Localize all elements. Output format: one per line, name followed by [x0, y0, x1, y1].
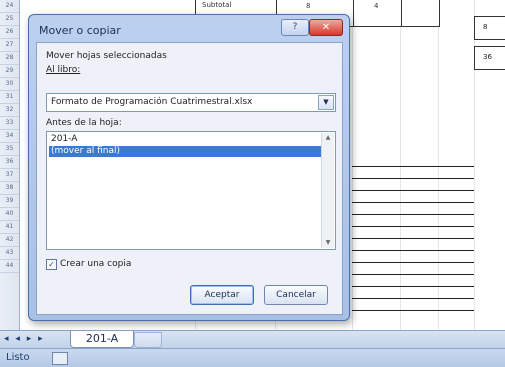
- row-number[interactable]: 44: [0, 260, 19, 273]
- cell-value: 8: [483, 23, 488, 31]
- table-row[interactable]: [352, 238, 474, 239]
- status-bar: Listo: [0, 348, 505, 367]
- subtotal-value: 4: [374, 2, 379, 10]
- row-number[interactable]: 27: [0, 39, 19, 52]
- cancel-button[interactable]: Cancelar: [264, 285, 328, 305]
- table-row[interactable]: [352, 166, 474, 167]
- sheet-tab-201-a[interactable]: 201-A: [70, 331, 134, 348]
- list-item[interactable]: 201-A: [49, 134, 321, 145]
- table-row[interactable]: [352, 178, 474, 179]
- table-row[interactable]: [352, 202, 474, 203]
- help-button[interactable]: ?: [281, 19, 309, 36]
- tab-scroll-buttons[interactable]: ◂ ◂ ▸ ▸: [4, 334, 45, 344]
- status-text: Listo: [6, 352, 30, 363]
- dialog-titlebar[interactable]: Mover o copiar ? ✕: [29, 15, 349, 41]
- move-copy-dialog: Mover o copiar ? ✕ Mover hojas seleccion…: [28, 14, 350, 321]
- sheet-tab-bar: ◂ ◂ ▸ ▸ 201-A: [0, 330, 505, 349]
- cell-divider: [353, 0, 354, 26]
- list-scrollbar[interactable]: ▲ ▼: [321, 133, 334, 248]
- table-row[interactable]: [352, 250, 474, 251]
- book-select[interactable]: Formato de Programación Cuatrimestral.xl…: [46, 93, 336, 112]
- book-label: Al libro:: [46, 65, 81, 75]
- ok-button[interactable]: Aceptar: [190, 285, 254, 305]
- row-number[interactable]: 24: [0, 0, 19, 13]
- cell[interactable]: 36: [474, 46, 505, 70]
- cell-value: 36: [483, 53, 492, 61]
- row-number[interactable]: 37: [0, 169, 19, 182]
- insert-sheet-tab[interactable]: [134, 332, 162, 348]
- cell-divider: [401, 0, 402, 26]
- table-row[interactable]: [352, 310, 474, 311]
- table-row[interactable]: [352, 190, 474, 191]
- row-number[interactable]: 26: [0, 26, 19, 39]
- move-sheets-label: Mover hojas seleccionadas: [46, 51, 167, 61]
- column-divider: [352, 0, 353, 330]
- row-header: 24 25 26 27 28 29 30 31 32 33 34 35 36 3…: [0, 0, 20, 330]
- table-row[interactable]: [352, 286, 474, 287]
- dialog-body: Mover hojas seleccionadas Al libro: Form…: [36, 42, 343, 315]
- create-copy-checkbox[interactable]: ✓: [46, 259, 57, 270]
- row-number[interactable]: 32: [0, 104, 19, 117]
- before-sheet-label: Antes de la hoja:: [46, 118, 122, 128]
- row-number[interactable]: 39: [0, 195, 19, 208]
- row-number[interactable]: 33: [0, 117, 19, 130]
- row-number[interactable]: 29: [0, 65, 19, 78]
- subtotal-value: 8: [306, 2, 311, 10]
- scroll-up-icon[interactable]: ▲: [322, 133, 334, 143]
- book-select-value: Formato de Programación Cuatrimestral.xl…: [51, 97, 253, 107]
- table-row[interactable]: [352, 226, 474, 227]
- row-number[interactable]: 43: [0, 247, 19, 260]
- row-number[interactable]: 25: [0, 13, 19, 26]
- column-divider: [438, 0, 439, 330]
- table-row[interactable]: [352, 262, 474, 263]
- row-number[interactable]: 42: [0, 234, 19, 247]
- row-number[interactable]: 40: [0, 208, 19, 221]
- dialog-title: Mover o copiar: [39, 24, 121, 37]
- row-number[interactable]: 36: [0, 156, 19, 169]
- list-item-selected[interactable]: (mover al final): [49, 146, 321, 157]
- row-number[interactable]: 34: [0, 130, 19, 143]
- row-number[interactable]: 38: [0, 182, 19, 195]
- column-divider: [400, 0, 401, 330]
- close-button[interactable]: ✕: [309, 19, 343, 36]
- table-row[interactable]: [352, 274, 474, 275]
- table-row[interactable]: [352, 214, 474, 215]
- chevron-down-icon[interactable]: ▼: [318, 95, 334, 110]
- subtotal-label: Subtotal: [202, 1, 232, 9]
- before-sheet-list[interactable]: 201-A (mover al final) ▲ ▼: [46, 131, 336, 250]
- row-number[interactable]: 41: [0, 221, 19, 234]
- create-copy-label[interactable]: Crear una copia: [60, 259, 131, 269]
- row-number[interactable]: 30: [0, 78, 19, 91]
- scroll-down-icon[interactable]: ▼: [322, 238, 334, 248]
- row-number[interactable]: 31: [0, 91, 19, 104]
- table-row[interactable]: [352, 298, 474, 299]
- row-number[interactable]: 35: [0, 143, 19, 156]
- cell[interactable]: 8: [474, 16, 505, 40]
- row-number[interactable]: 28: [0, 52, 19, 65]
- macro-record-icon[interactable]: [52, 352, 68, 365]
